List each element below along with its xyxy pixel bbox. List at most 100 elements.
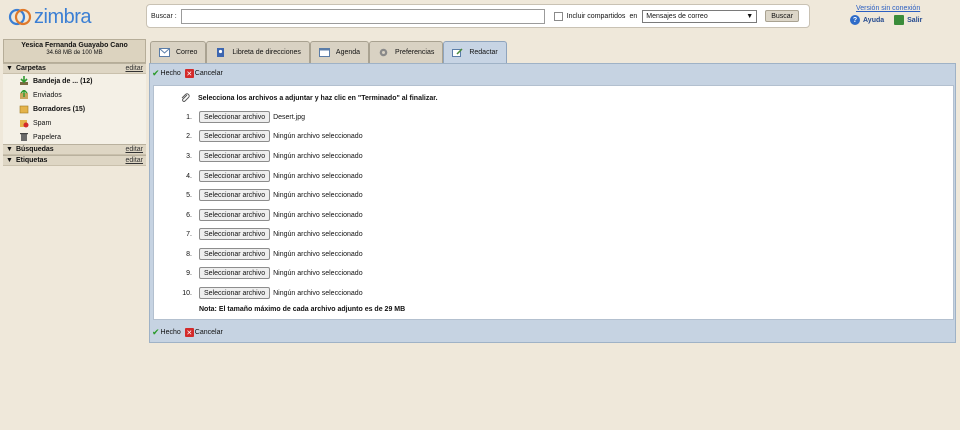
file-row: 10. Seleccionar archivo Ningún archivo s…	[174, 287, 363, 299]
include-shared-label: Incluir compartidos	[566, 12, 626, 20]
attach-instruction: Selecciona los archivos a adjuntar y haz…	[180, 93, 438, 103]
search-label: Buscar :	[151, 12, 177, 20]
sidebar-item-trash[interactable]: Papelera	[3, 130, 146, 144]
top-links: Versión sin conexión ? Ayuda Salir	[850, 5, 950, 25]
file-row: 6. Seleccionar archivo Ningún archivo se…	[174, 209, 363, 221]
tab-compose[interactable]: Redactar	[443, 41, 507, 63]
zimbra-logo[interactable]: zimbra	[8, 6, 98, 28]
file-row: 4. Seleccionar archivo Ningún archivo se…	[174, 170, 363, 182]
search-bar: Buscar : Incluir compartidos en Mensajes…	[146, 4, 810, 28]
select-file-button[interactable]: Seleccionar archivo	[199, 111, 271, 123]
search-input[interactable]	[180, 8, 545, 24]
tab-label: Redactar	[469, 49, 498, 56]
file-row: 5. Seleccionar archivo Ningún archivo se…	[174, 189, 363, 201]
done-button[interactable]: ✔ Hecho	[152, 68, 181, 79]
searches-header[interactable]: ▼ Búsquedas editar	[3, 144, 146, 155]
tab-mail[interactable]: Correo	[150, 41, 207, 63]
app-tabs: Correo Libreta de direcciones Agenda Pre…	[150, 41, 507, 63]
select-file-button[interactable]: Seleccionar archivo	[199, 287, 271, 299]
cancel-label: Cancelar	[194, 329, 223, 336]
top-toolbar: ✔ Hecho ✕ Cancelar	[150, 64, 955, 83]
chevron-down-icon: ▼	[746, 12, 754, 20]
close-icon: ✕	[184, 328, 194, 337]
triangle-right-icon: ▼	[6, 157, 13, 164]
tab-calendar[interactable]: Agenda	[309, 41, 370, 63]
tab-addressbook[interactable]: Libreta de direcciones	[206, 41, 310, 63]
drafts-icon	[19, 105, 29, 114]
spam-icon	[20, 120, 29, 128]
file-name: Desert.jpg	[273, 113, 305, 121]
triangle-right-icon: ▼	[6, 146, 13, 153]
max-size-note: Nota: El tamaño máximo de cada archivo a…	[199, 306, 406, 313]
checkmark-icon: ✔	[152, 327, 160, 337]
logout-link[interactable]: Salir	[907, 17, 922, 24]
search-scope-value: Mensajes de correo	[646, 12, 708, 20]
file-row-number: 7.	[186, 230, 192, 238]
file-row-number: 1.	[186, 113, 192, 121]
select-file-button[interactable]: Seleccionar archivo	[199, 150, 271, 162]
search-scope-select[interactable]: Mensajes de correo ▼	[642, 9, 758, 23]
select-file-button[interactable]: Seleccionar archivo	[199, 189, 271, 201]
select-file-button[interactable]: Seleccionar archivo	[199, 130, 271, 142]
file-row-number: 10.	[182, 289, 192, 297]
file-row: 3. Seleccionar archivo Ningún archivo se…	[174, 150, 363, 162]
file-name: Ningún archivo seleccionado	[273, 289, 363, 297]
searches-edit-link[interactable]: editar	[125, 146, 143, 153]
select-file-button[interactable]: Seleccionar archivo	[199, 228, 271, 240]
sidebar-item-inbox[interactable]: Bandeja de ... (12)	[3, 74, 146, 88]
select-file-button[interactable]: Seleccionar archivo	[199, 209, 271, 221]
file-name: Ningún archivo seleccionado	[273, 269, 363, 277]
select-file-button[interactable]: Seleccionar archivo	[199, 170, 271, 182]
cancel-label: Cancelar	[194, 70, 223, 77]
done-button[interactable]: ✔ Hecho	[152, 327, 181, 338]
bottom-toolbar: ✔ Hecho ✕ Cancelar	[150, 323, 227, 342]
tags-edit-link[interactable]: editar	[125, 157, 143, 164]
folders-header[interactable]: ▼ Carpetas editar	[3, 63, 146, 74]
file-name: Ningún archivo seleccionado	[273, 191, 363, 199]
offline-version-link[interactable]: Versión sin conexión	[856, 5, 950, 12]
logo-text: zimbra	[34, 5, 92, 28]
file-row: 7. Seleccionar archivo Ningún archivo se…	[174, 228, 363, 240]
file-name: Ningún archivo seleccionado	[273, 132, 363, 140]
logout-icon	[894, 15, 905, 25]
tab-label: Preferencias	[395, 49, 435, 56]
include-shared-checkbox[interactable]	[553, 11, 563, 21]
gear-icon	[379, 48, 388, 57]
zimbra-logo-icon	[8, 8, 32, 26]
checkmark-icon: ✔	[152, 68, 160, 78]
search-button[interactable]: Buscar	[765, 10, 800, 22]
help-link[interactable]: Ayuda	[863, 17, 884, 24]
file-name: Ningún archivo seleccionado	[273, 172, 363, 180]
select-file-button[interactable]: Seleccionar archivo	[199, 267, 271, 279]
file-name: Ningún archivo seleccionado	[273, 152, 363, 160]
sidebar-item-sent[interactable]: Enviados	[3, 88, 146, 102]
sidebar-item-label: Spam	[33, 119, 52, 127]
mail-icon	[159, 48, 170, 57]
file-row-number: 2.	[186, 132, 192, 140]
search-in-label: en	[629, 12, 638, 20]
file-name: Ningún archivo seleccionado	[273, 230, 363, 238]
tab-preferences[interactable]: Preferencias	[369, 41, 444, 63]
cancel-button[interactable]: ✕ Cancelar	[184, 69, 223, 78]
tags-title: Etiquetas	[15, 157, 48, 164]
cancel-button[interactable]: ✕ Cancelar	[184, 328, 223, 337]
user-box: Yesica Fernanda Guayabo Cano 34.68 MB de…	[3, 39, 146, 63]
compose-icon	[452, 48, 463, 57]
help-icon: ?	[850, 15, 860, 25]
done-label: Hecho	[160, 329, 181, 336]
sidebar-item-spam[interactable]: Spam	[3, 116, 146, 130]
file-row-number: 6.	[186, 211, 192, 219]
user-name: Yesica Fernanda Guayabo Cano	[21, 42, 128, 49]
select-file-button[interactable]: Seleccionar archivo	[199, 248, 271, 260]
file-row-number: 5.	[186, 191, 192, 199]
tags-header[interactable]: ▼ Etiquetas editar	[3, 155, 146, 166]
folders-edit-link[interactable]: editar	[125, 65, 143, 72]
file-row: 9. Seleccionar archivo Ningún archivo se…	[174, 267, 363, 279]
tab-label: Libreta de direcciones	[232, 49, 301, 56]
quota-text: 34.68 MB de 100 MB	[46, 50, 103, 56]
sidebar-item-drafts[interactable]: Borradores (15)	[3, 102, 146, 116]
tab-label: Correo	[176, 49, 198, 56]
sidebar: Yesica Fernanda Guayabo Cano 34.68 MB de…	[3, 39, 146, 166]
sidebar-item-label: Papelera	[33, 133, 62, 141]
folder-list: Bandeja de ... (12) Enviados Borradores …	[3, 74, 146, 144]
